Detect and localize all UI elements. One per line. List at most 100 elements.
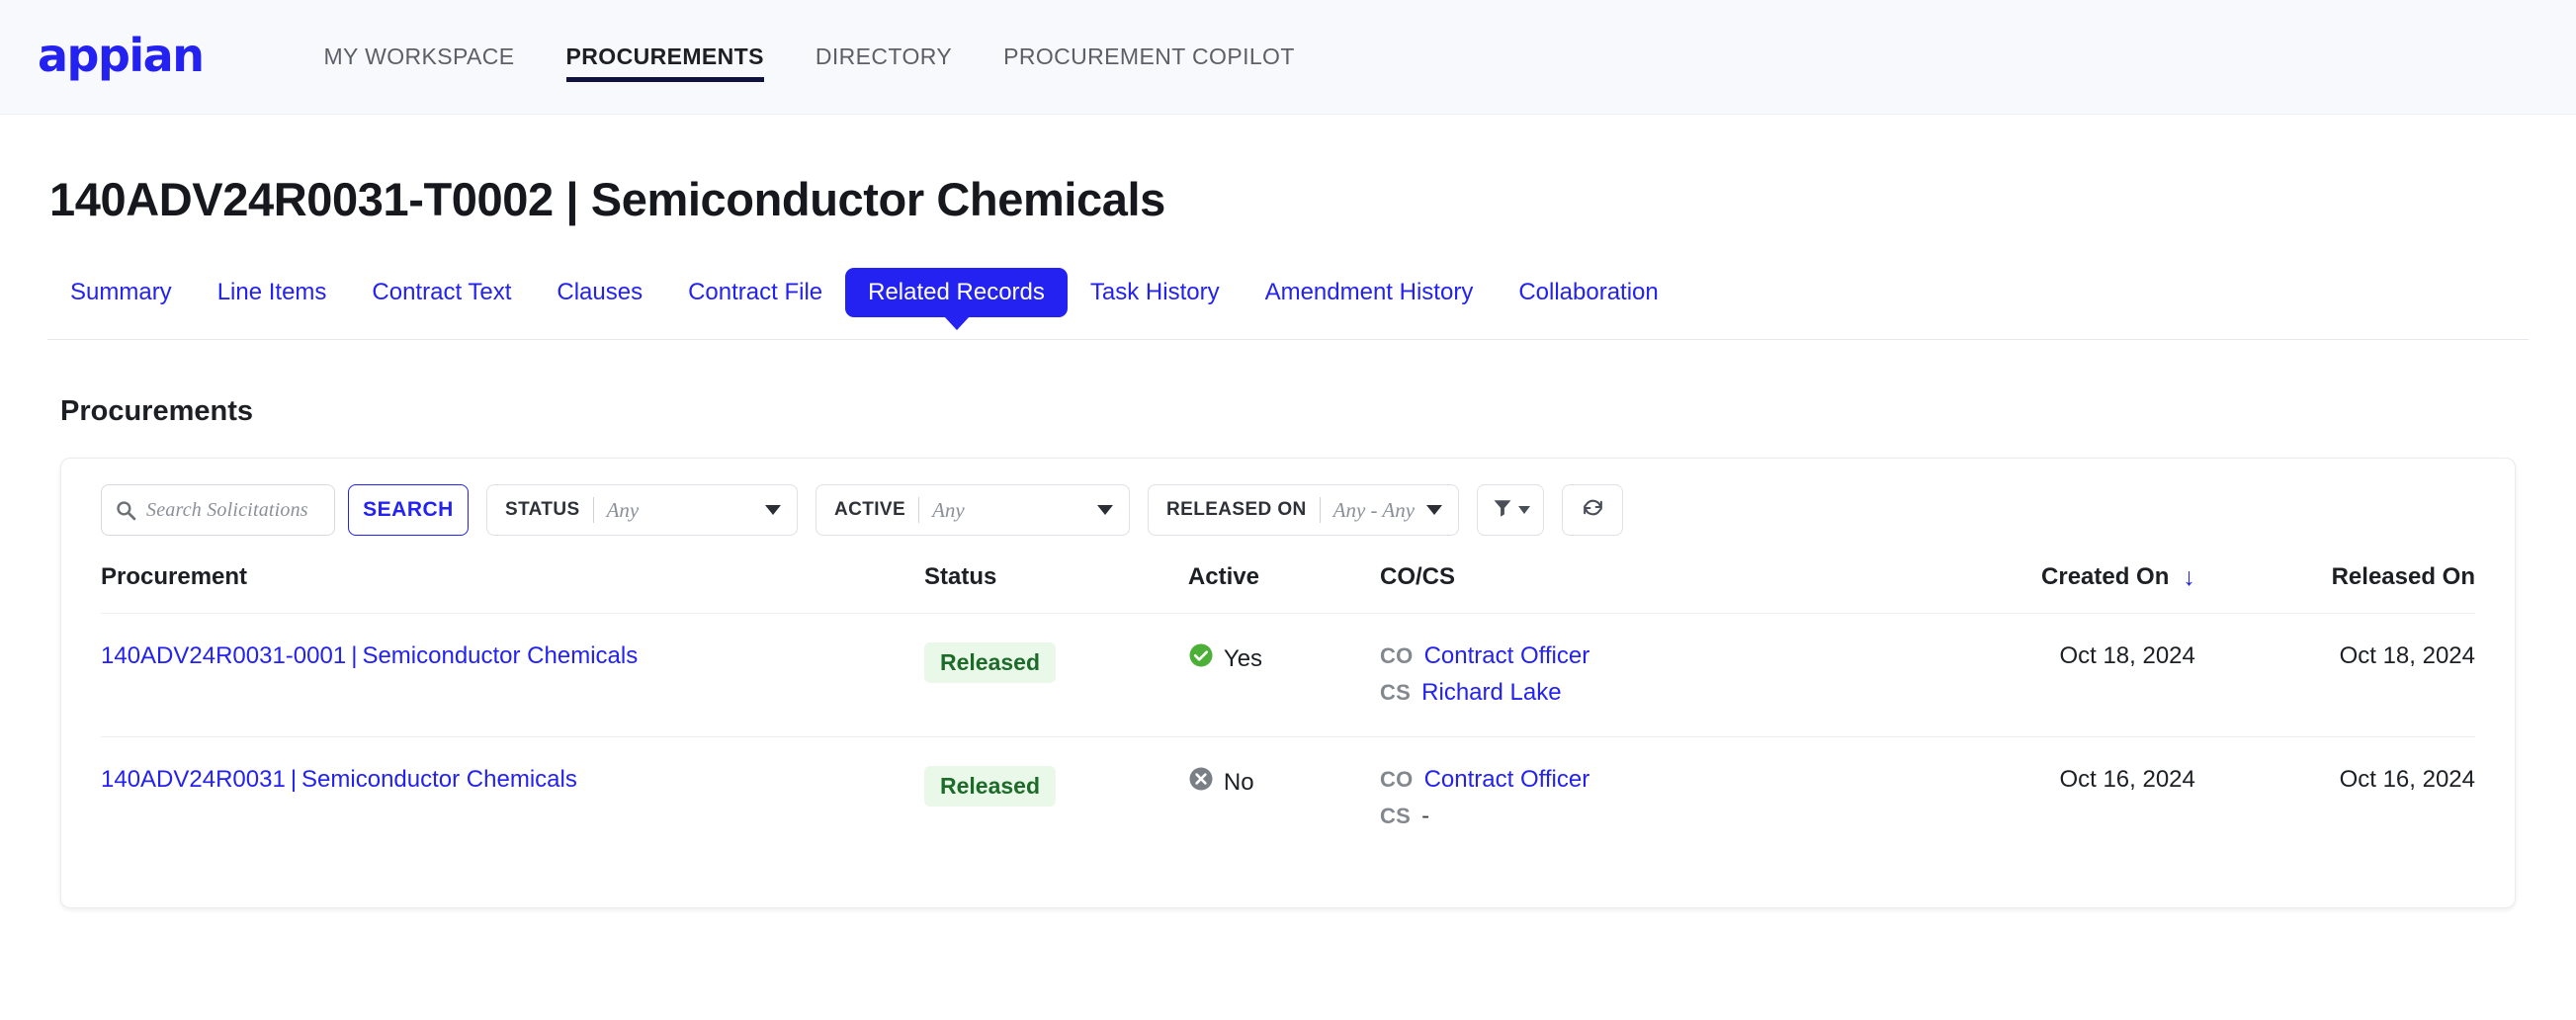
refresh-button[interactable] bbox=[1562, 484, 1623, 537]
cs-label: CS bbox=[1379, 680, 1412, 706]
procurement-name-link[interactable]: Semiconductor Chemicals bbox=[362, 642, 638, 669]
tab-related-records[interactable]: Related Records bbox=[845, 268, 1068, 318]
active-filter-dropdown[interactable]: ACTIVE Any bbox=[816, 484, 1130, 537]
nav-item-procurement-copilot[interactable]: PROCUREMENT COPILOT bbox=[978, 27, 1321, 88]
active-filter-value: Any bbox=[932, 497, 965, 522]
column-label: Status bbox=[924, 562, 997, 590]
active-value: No bbox=[1223, 768, 1254, 796]
nav-item-directory[interactable]: DIRECTORY bbox=[790, 27, 978, 88]
co-label: CO bbox=[1379, 643, 1414, 669]
cell-active: Yes bbox=[1187, 613, 1380, 737]
table-head: Procurement Status Active CO/CS Created … bbox=[101, 562, 2475, 614]
active-value: Yes bbox=[1223, 644, 1263, 672]
table-header-row: Procurement Status Active CO/CS Created … bbox=[101, 562, 2475, 614]
status-badge: Released bbox=[924, 766, 1057, 807]
procurement-id-link[interactable]: 140ADV24R0031 bbox=[101, 766, 286, 793]
divider bbox=[918, 497, 920, 524]
refresh-icon bbox=[1581, 495, 1605, 525]
column-header-cocs[interactable]: CO/CS bbox=[1380, 562, 1892, 614]
procurements-card: Search Solicitations SEARCH STATUS Any A… bbox=[60, 458, 2516, 909]
column-label: Created On bbox=[2041, 563, 2170, 591]
cell-cocs: CO Contract Officer CS - bbox=[1379, 736, 1892, 861]
divider bbox=[592, 497, 594, 524]
close-circle-icon bbox=[1188, 766, 1214, 799]
sort-descending-icon[interactable]: ↓ bbox=[2183, 563, 2195, 592]
cell-released-on: Oct 16, 2024 bbox=[2194, 736, 2475, 861]
co-line: CO Contract Officer bbox=[1380, 766, 1892, 794]
search-input[interactable]: Search Solicitations bbox=[146, 499, 308, 522]
tab-contract-file[interactable]: Contract File bbox=[665, 268, 845, 317]
status-filter-label: STATUS bbox=[505, 499, 580, 521]
co-value-link[interactable]: Contract Officer bbox=[1424, 642, 1590, 670]
cell-released-on: Oct 18, 2024 bbox=[2194, 613, 2475, 737]
cell-procurement: 140ADV24R0031-0001 | Semiconductor Chemica… bbox=[101, 613, 925, 737]
column-label: CO/CS bbox=[1379, 562, 1455, 590]
cell-status: Released bbox=[924, 613, 1188, 737]
tab-amendment-history[interactable]: Amendment History bbox=[1243, 268, 1497, 317]
tab-contract-text[interactable]: Contract Text bbox=[349, 268, 534, 317]
cs-line: CS - bbox=[1380, 803, 1892, 830]
cs-line: CS Richard Lake bbox=[1380, 679, 1892, 707]
filter-menu-button[interactable] bbox=[1477, 484, 1544, 537]
cs-label: CS bbox=[1379, 804, 1412, 829]
released-on-filter-dropdown[interactable]: RELEASED ON Any - Any bbox=[1148, 484, 1459, 537]
table-body: 140ADV24R0031-0001 | Semiconductor Chemica… bbox=[101, 613, 2475, 861]
column-header-active[interactable]: Active bbox=[1188, 562, 1380, 614]
chevron-down-icon bbox=[1517, 506, 1530, 515]
tab-task-history[interactable]: Task History bbox=[1068, 268, 1243, 317]
primary-nav: MY WORKSPACE PROCUREMENTS DIRECTORY PROC… bbox=[298, 27, 1320, 88]
table-row[interactable]: 140ADV24R0031 | Semiconductor Chemicals Re… bbox=[101, 736, 2475, 861]
filter-icon bbox=[1492, 497, 1513, 524]
divider bbox=[1319, 497, 1321, 524]
chevron-down-icon bbox=[1426, 505, 1442, 516]
cell-active: No bbox=[1187, 736, 1380, 861]
check-circle-icon bbox=[1188, 642, 1214, 675]
column-header-released-on[interactable]: Released On bbox=[2195, 562, 2475, 614]
cell-status: Released bbox=[924, 736, 1188, 861]
nav-item-procurements[interactable]: PROCUREMENTS bbox=[541, 27, 790, 88]
record-tabs: Summary Line Items Contract Text Clauses… bbox=[47, 268, 2529, 341]
released-on-filter-value: Any - Any bbox=[1332, 497, 1416, 522]
cs-value-link[interactable]: Richard Lake bbox=[1421, 679, 1561, 707]
cell-created-on: Oct 16, 2024 bbox=[1891, 736, 2195, 861]
table-row[interactable]: 140ADV24R0031-0001 | Semiconductor Chemica… bbox=[101, 613, 2475, 737]
top-navigation-bar: appian MY WORKSPACE PROCUREMENTS DIRECTO… bbox=[0, 0, 2576, 115]
column-header-status[interactable]: Status bbox=[924, 562, 1188, 614]
search-button[interactable]: SEARCH bbox=[348, 484, 469, 537]
procurement-name-link[interactable]: Semiconductor Chemicals bbox=[301, 766, 577, 793]
section-title-procurements: Procurements bbox=[60, 395, 254, 428]
tab-clauses[interactable]: Clauses bbox=[534, 268, 665, 317]
procurement-id-link[interactable]: 140ADV24R0031-0001 bbox=[101, 642, 346, 669]
column-header-procurement[interactable]: Procurement bbox=[101, 562, 924, 614]
chevron-down-icon bbox=[765, 505, 781, 516]
co-value-link[interactable]: Contract Officer bbox=[1424, 766, 1590, 794]
status-filter-value: Any bbox=[606, 497, 640, 522]
active-filter-label: ACTIVE bbox=[834, 499, 906, 521]
status-badge: Released bbox=[924, 642, 1057, 683]
status-filter-dropdown[interactable]: STATUS Any bbox=[486, 484, 798, 537]
cell-created-on: Oct 18, 2024 bbox=[1891, 613, 2195, 737]
column-header-created-on[interactable]: Created On ↓ bbox=[1892, 562, 2195, 614]
cell-procurement: 140ADV24R0031 | Semiconductor Chemicals bbox=[101, 736, 925, 861]
column-label: Active bbox=[1187, 562, 1259, 590]
procurements-table: Procurement Status Active CO/CS Created … bbox=[101, 562, 2475, 861]
chevron-down-icon bbox=[1097, 505, 1113, 516]
cs-value-empty: - bbox=[1421, 803, 1430, 830]
page-title: 140ADV24R0031-T0002 | Semiconductor Chem… bbox=[49, 173, 1165, 225]
page-body: 140ADV24R0031-T0002 | Semiconductor Chem… bbox=[0, 172, 2576, 909]
tab-line-items[interactable]: Line Items bbox=[195, 268, 350, 317]
appian-logo[interactable]: appian bbox=[38, 33, 205, 78]
search-solicitations-box[interactable]: Search Solicitations bbox=[101, 484, 335, 537]
tab-summary[interactable]: Summary bbox=[47, 268, 195, 317]
nav-item-my-workspace[interactable]: MY WORKSPACE bbox=[298, 27, 540, 88]
co-label: CO bbox=[1379, 767, 1414, 793]
co-line: CO Contract Officer bbox=[1380, 642, 1892, 670]
cell-cocs: CO Contract Officer CS Richard Lake bbox=[1379, 613, 1892, 737]
column-label: Procurement bbox=[101, 562, 248, 590]
grid-toolbar: Search Solicitations SEARCH STATUS Any A… bbox=[101, 484, 2475, 537]
separator: | bbox=[290, 766, 298, 794]
released-on-filter-label: RELEASED ON bbox=[1166, 499, 1307, 521]
tab-collaboration[interactable]: Collaboration bbox=[1496, 268, 1680, 317]
column-label: Released On bbox=[2331, 562, 2475, 590]
search-icon bbox=[116, 500, 136, 521]
